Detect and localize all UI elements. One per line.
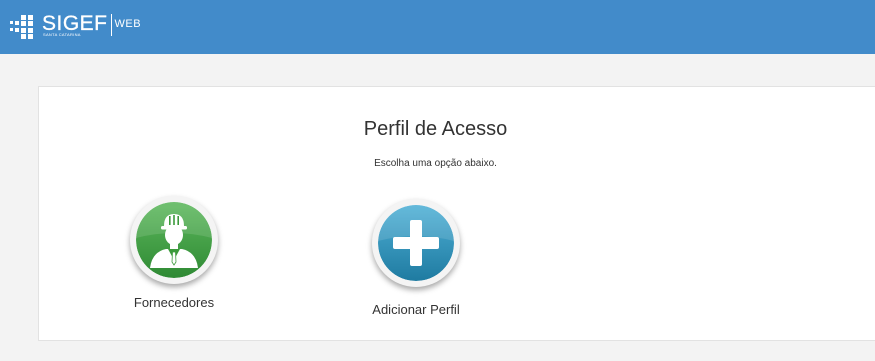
logo-divider	[110, 14, 112, 36]
option-fornecedores[interactable]: Fornecedores	[116, 196, 232, 310]
page-title: Perfil de Acesso	[363, 118, 508, 140]
logo-grid-icon	[10, 14, 38, 40]
plus-icon	[378, 205, 454, 281]
top-navbar: SIGEF SANTA CATARINA WEB	[0, 0, 875, 54]
option-adicionar-perfil[interactable]: Adicionar Perfil	[358, 199, 474, 317]
page-subtitle: Escolha uma opção abaixo.	[374, 158, 497, 169]
logo-sub-text: SANTA CATARINA	[43, 32, 81, 37]
logo-main-text: SIGEF	[42, 12, 108, 35]
option-adicionar-badge[interactable]	[372, 199, 460, 287]
option-adicionar-label[interactable]: Adicionar Perfil	[358, 302, 474, 317]
option-fornecedores-label[interactable]: Fornecedores	[116, 295, 232, 310]
sigef-web-logo[interactable]: SIGEF SANTA CATARINA WEB	[10, 13, 141, 41]
worker-helmet-icon	[136, 202, 212, 278]
option-fornecedores-badge[interactable]	[130, 196, 218, 284]
logo-suffix-text: WEB	[114, 18, 142, 30]
